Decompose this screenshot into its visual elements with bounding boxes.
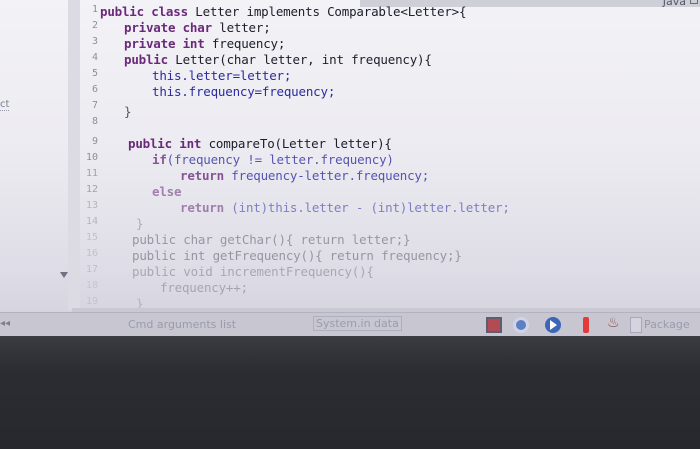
screen: Java ct 1 2 3 4 5 6 7 8 9 10 11 12 13 14… [0,0,700,336]
maximize-icon[interactable] [690,0,698,4]
code-line: frequency++; [160,280,248,295]
package-icon[interactable] [630,317,642,333]
line-number: 8 [91,116,98,127]
code-line: private char letter; [124,20,271,35]
code-text: compareTo(Letter letter){ [201,136,392,151]
monitor-bezel [0,336,700,449]
java-icon[interactable]: ♨ [607,315,625,331]
code-line: public Letter(char letter, int frequency… [124,52,432,67]
code-text: (int)this.letter - (int)letter.letter; [223,200,510,215]
line-number: 7 [91,100,98,111]
play-icon[interactable] [545,317,561,333]
keyword: private int [124,36,205,51]
line-number: 6 [91,84,98,95]
code-text: frequency-letter.frequency; [223,168,430,183]
line-number: 15 [85,232,98,243]
code-line: this.frequency=frequency; [152,84,336,99]
line-number: 4 [91,52,98,63]
line-number: 12 [85,184,98,195]
code-line: return (int)this.letter - (int)letter.le… [180,200,510,215]
code-text: Letter implements Comparable<Letter>{ [187,4,467,19]
line-number: 5 [91,68,98,79]
code-line: private int frequency; [124,36,285,51]
keyword: return [180,200,224,215]
line-number-ruler: 1 2 3 4 5 6 7 8 9 10 11 12 13 14 15 16 1… [82,0,100,310]
code-line: public class Letter implements Comparabl… [100,4,466,19]
line-number: 9 [91,136,98,147]
tab-package[interactable]: Package [644,318,690,331]
keyword: if [152,152,167,167]
line-number: 16 [85,248,98,259]
bottom-toolbar: ◂◂ Cmd arguments list System.in data ♨ P… [0,312,700,336]
editor-gutter [68,0,80,310]
target-icon[interactable] [513,317,529,333]
fold-marker-icon[interactable] [60,272,68,278]
code-line: public void incrementFrequency(){ [132,264,374,279]
code-line: public int getFrequency(){ return freque… [132,248,462,263]
code-line: public char getChar(){ return letter;} [132,232,411,247]
line-number: 1 [91,4,98,15]
keyword: public class [100,4,188,19]
line-number: 10 [85,152,98,163]
keyword: private char [124,20,212,35]
keyword: public [124,52,168,67]
gear-icon[interactable] [486,317,502,333]
code-line: } [124,104,132,119]
line-number: 18 [85,280,98,291]
left-panel-tab[interactable]: ct [0,99,10,111]
code-line: return frequency-letter.frequency; [180,168,429,183]
chevron-left-icon[interactable]: ◂◂ [0,318,10,329]
code-text: (frequency != letter.frequency) [166,152,394,167]
code-text: frequency; [204,36,286,51]
line-number: 2 [91,20,98,31]
window-title: Java [662,0,686,8]
tab-cmd-arguments[interactable]: Cmd arguments list [128,318,236,331]
code-line: this.letter=letter; [152,68,292,83]
keyword: return [180,168,224,183]
code-line: public int compareTo(Letter letter){ [128,136,392,151]
code-text: letter; [211,20,271,35]
line-number: 19 [85,296,98,307]
code-text: Letter(char letter, int frequency){ [167,52,432,67]
line-number: 14 [85,216,98,227]
line-number: 3 [91,36,98,47]
line-number: 13 [85,200,98,211]
line-number: 11 [85,168,98,179]
warning-icon[interactable] [583,317,589,333]
keyword: public int [128,136,202,151]
code-line: else [152,184,182,199]
line-number: 17 [85,264,98,275]
code-line: if(frequency != letter.frequency) [152,152,394,167]
code-line: } [136,216,144,231]
tab-system-in[interactable]: System.in data [313,316,402,331]
